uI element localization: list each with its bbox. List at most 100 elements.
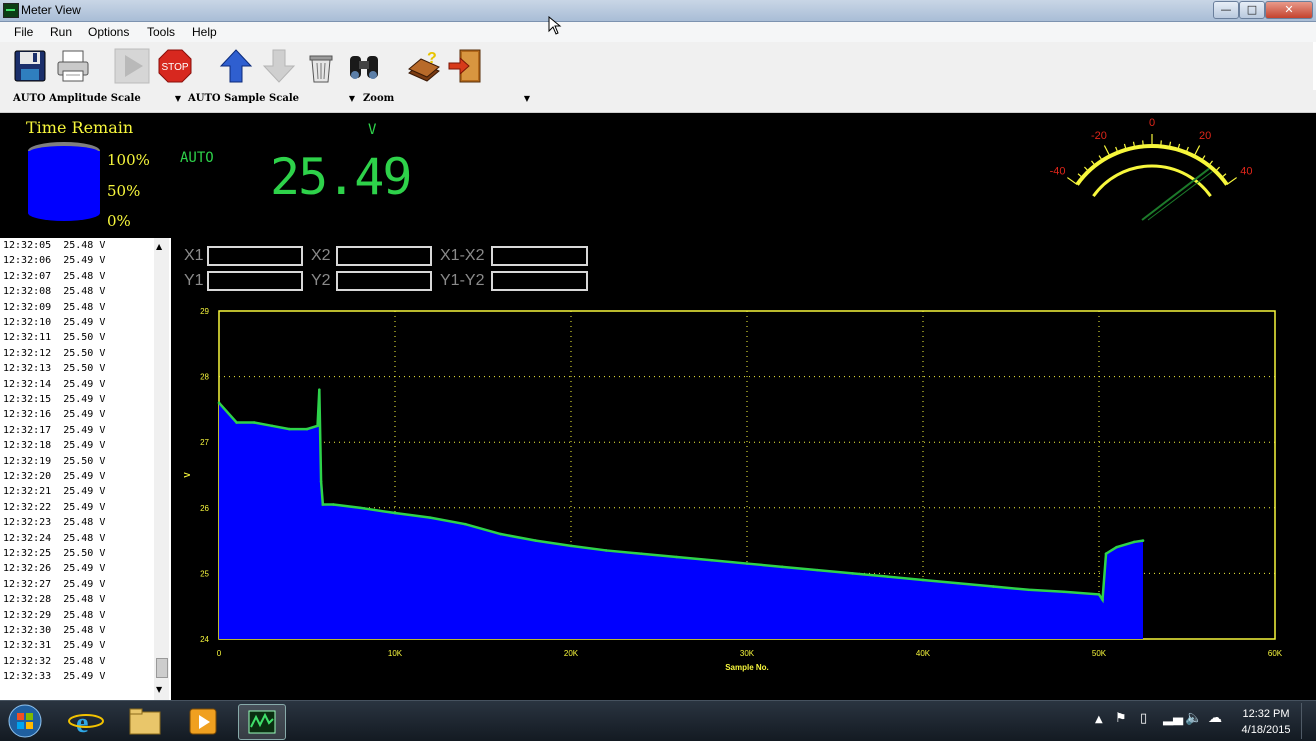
unit-label: V <box>368 122 377 138</box>
network-signal-icon[interactable]: ▂▄ <box>1163 711 1183 726</box>
svg-text:e: e <box>76 708 88 738</box>
log-row: 12:32:33 25.49 V <box>3 671 105 682</box>
log-value: 25.49 <box>63 671 94 683</box>
mode-indicator: AUTO <box>180 150 214 166</box>
log-row: 12:32:25 25.50 V <box>3 548 105 559</box>
x1-field[interactable] <box>207 246 303 266</box>
scroll-up-arrow-icon[interactable]: ▲ <box>156 242 162 251</box>
log-row: 12:32:06 25.49 V <box>3 255 105 266</box>
arrow-up-icon[interactable] <box>217 47 255 85</box>
menu-tools[interactable]: Tools <box>147 25 175 39</box>
scroll-thumb[interactable] <box>156 658 168 678</box>
log-time: 12:32:14 <box>3 378 52 390</box>
log-scrollbar[interactable]: ▲ ▼ <box>154 238 169 700</box>
log-row: 12:32:11 25.50 V <box>3 332 105 343</box>
data-point <box>332 503 335 506</box>
data-point <box>252 421 256 424</box>
log-time: 12:32:25 <box>3 548 52 559</box>
voltage-chart[interactable]: 0 10K 20K 30K 40K 50K 60K 29 28 27 26 25 24 Sample No… <box>176 298 1286 678</box>
binoculars-icon[interactable] <box>345 47 383 85</box>
stop-icon[interactable]: STOP <box>156 47 194 85</box>
gauge-needle <box>1141 167 1210 221</box>
log-unit: V <box>99 563 106 575</box>
log-value: 25.49 <box>63 563 94 575</box>
internet-explorer-icon[interactable]: e <box>64 704 110 738</box>
log-value: 25.48 <box>63 625 94 636</box>
menu-run[interactable]: Run <box>50 25 72 39</box>
device-icon[interactable]: ▯ <box>1140 711 1147 726</box>
close-button[interactable]: ✕ <box>1265 1 1313 19</box>
app-icon <box>3 3 19 18</box>
volume-icon[interactable]: 🔈 <box>1185 710 1202 726</box>
gauge-tick-label: -20 <box>1091 130 1107 142</box>
maximize-button[interactable]: □ <box>1239 1 1265 19</box>
log-row: 12:32:09 25.48 V <box>3 302 105 313</box>
svg-text:?: ? <box>427 50 437 67</box>
reading-log-list[interactable]: 12:32:05 25.48 V 12:32:06 25.49 V 12:32:07… <box>0 238 171 700</box>
log-row: 12:32:30 25.48 V <box>3 625 105 636</box>
y2-label: Y2 <box>311 272 331 289</box>
amplitude-scale-select[interactable]: AUTO Amplitude Scale ▼ <box>13 93 181 108</box>
taskbar-clock[interactable]: 12:32 PM 4/18/2015 <box>1238 706 1294 738</box>
log-value: 25.49 <box>63 409 94 421</box>
menu-file[interactable]: File <box>14 25 33 39</box>
data-point <box>464 522 467 526</box>
data-point <box>675 555 678 559</box>
menu-bar: File Run Options Tools Help <box>0 22 1316 42</box>
y-tick-label: 27 <box>200 438 209 447</box>
gauge-tick-label: -40 <box>1050 166 1066 178</box>
cloud-sync-icon[interactable]: ☁ <box>1208 710 1222 726</box>
log-time: 12:32:17 <box>3 424 52 436</box>
help-book-icon[interactable]: ? <box>405 47 443 85</box>
y-tick-label: 25 <box>200 569 209 578</box>
y-diff-field[interactable] <box>491 271 588 291</box>
save-icon[interactable] <box>11 47 49 85</box>
scroll-down-arrow-icon[interactable]: ▼ <box>156 685 162 694</box>
data-point <box>851 572 854 575</box>
file-explorer-icon[interactable] <box>122 704 168 738</box>
log-unit: V <box>99 424 106 436</box>
data-point <box>316 424 319 428</box>
log-value: 25.49 <box>63 640 94 652</box>
log-value: 25.49 <box>63 501 94 513</box>
show-desktop-button[interactable] <box>1301 703 1316 739</box>
trash-icon[interactable] <box>302 47 340 85</box>
start-button-icon[interactable] <box>6 703 44 739</box>
x2-field[interactable] <box>336 246 432 266</box>
arrow-down-icon[interactable] <box>260 47 298 85</box>
log-row: 12:32:12 25.50 V <box>3 348 105 359</box>
x-tick-label: 40K <box>916 649 931 658</box>
sample-scale-value: AUTO Sample Scale <box>188 93 299 104</box>
y2-field[interactable] <box>336 271 432 291</box>
data-point <box>992 585 995 588</box>
menu-help[interactable]: Help <box>192 25 217 39</box>
run-icon[interactable] <box>113 47 151 85</box>
sample-scale-select[interactable]: AUTO Sample Scale ▼ <box>188 93 355 108</box>
log-time: 12:32:06 <box>3 255 52 267</box>
data-point <box>745 562 749 565</box>
exit-icon[interactable] <box>446 47 484 85</box>
clock-date: 4/18/2015 <box>1241 724 1291 736</box>
log-time: 12:32:19 <box>3 455 52 467</box>
print-icon[interactable] <box>54 47 92 85</box>
log-row: 12:32:27 25.49 V <box>3 579 105 590</box>
data-point <box>710 558 714 562</box>
log-unit: V <box>99 671 106 683</box>
log-unit: V <box>99 609 106 621</box>
log-unit: V <box>99 625 106 636</box>
minimize-button[interactable]: — <box>1213 1 1239 19</box>
gauge-tick-label: 20 <box>1199 130 1211 142</box>
meter-view-taskbar-icon[interactable] <box>238 704 286 740</box>
log-unit: V <box>99 501 106 513</box>
scale-dropdown-bar: AUTO Amplitude Scale ▼ AUTO Sample Scale… <box>0 90 1316 113</box>
data-point <box>1104 552 1108 556</box>
zoom-select[interactable]: Zoom ▼ <box>363 93 530 108</box>
y1-field[interactable] <box>207 271 303 291</box>
log-row: 12:32:13 25.50 V <box>3 363 105 374</box>
action-center-flag-icon[interactable]: ⚑ <box>1115 711 1127 726</box>
x-diff-field[interactable] <box>491 246 588 266</box>
menu-options[interactable]: Options <box>88 25 129 39</box>
show-hidden-icons-icon[interactable]: ▲ <box>1095 714 1103 725</box>
media-player-icon[interactable] <box>180 704 226 738</box>
log-time: 12:32:20 <box>3 471 52 482</box>
